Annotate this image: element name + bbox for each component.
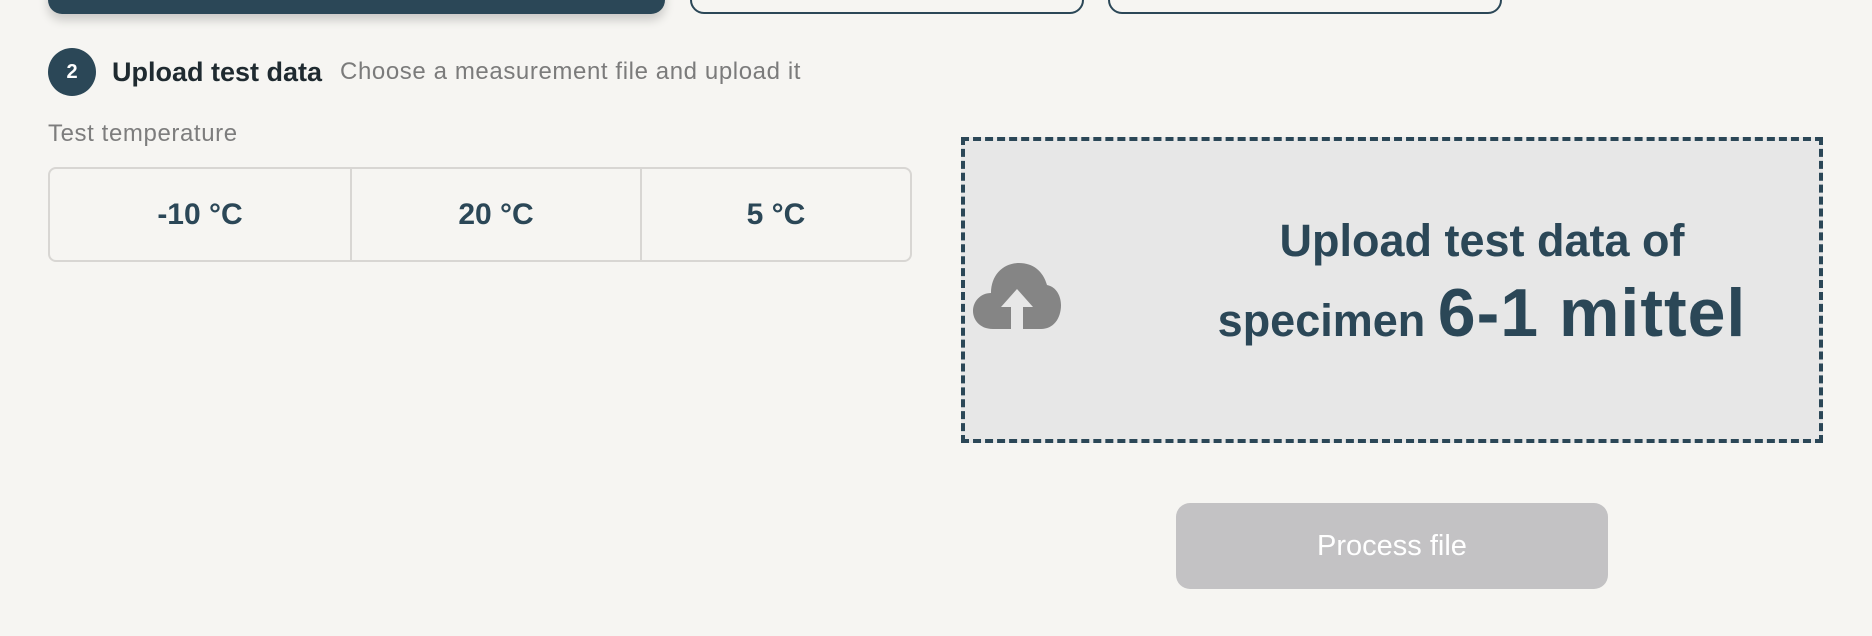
file-drop-zone[interactable]: Upload test data of specimen 6-1 mittel [961,137,1823,443]
step-header: 2 Upload test data Choose a measurement … [48,48,801,96]
process-file-button[interactable]: Process file [1176,503,1608,589]
temperature-option-minus-10[interactable]: -10 °C [50,169,350,260]
drop-zone-text: Upload test data of specimen 6-1 mittel [1145,211,1819,363]
upload-test-data-page: 2 Upload test data Choose a measurement … [0,0,1872,636]
temperature-selector: -10 °C 20 °C 5 °C [48,167,912,262]
temperature-option-20[interactable]: 20 °C [350,169,640,260]
drop-zone-specimen-line: specimen 6-1 mittel [1145,271,1819,363]
specimen-prefix: specimen [1217,295,1426,346]
specimen-tab-selected[interactable] [48,0,665,14]
specimen-tab[interactable] [1108,0,1502,14]
temperature-option-5[interactable]: 5 °C [640,169,910,260]
cloud-upload-icon [973,263,1061,329]
step-title: Upload test data [112,56,323,87]
specimen-tab[interactable] [690,0,1084,14]
step-subtitle: Choose a measurement file and upload it [340,58,802,85]
test-temperature-label: Test temperature [48,120,238,147]
drop-zone-title: Upload test data of [1279,215,1685,266]
step-number-badge: 2 [48,48,96,96]
specimen-name: 6-1 mittel [1437,275,1747,351]
